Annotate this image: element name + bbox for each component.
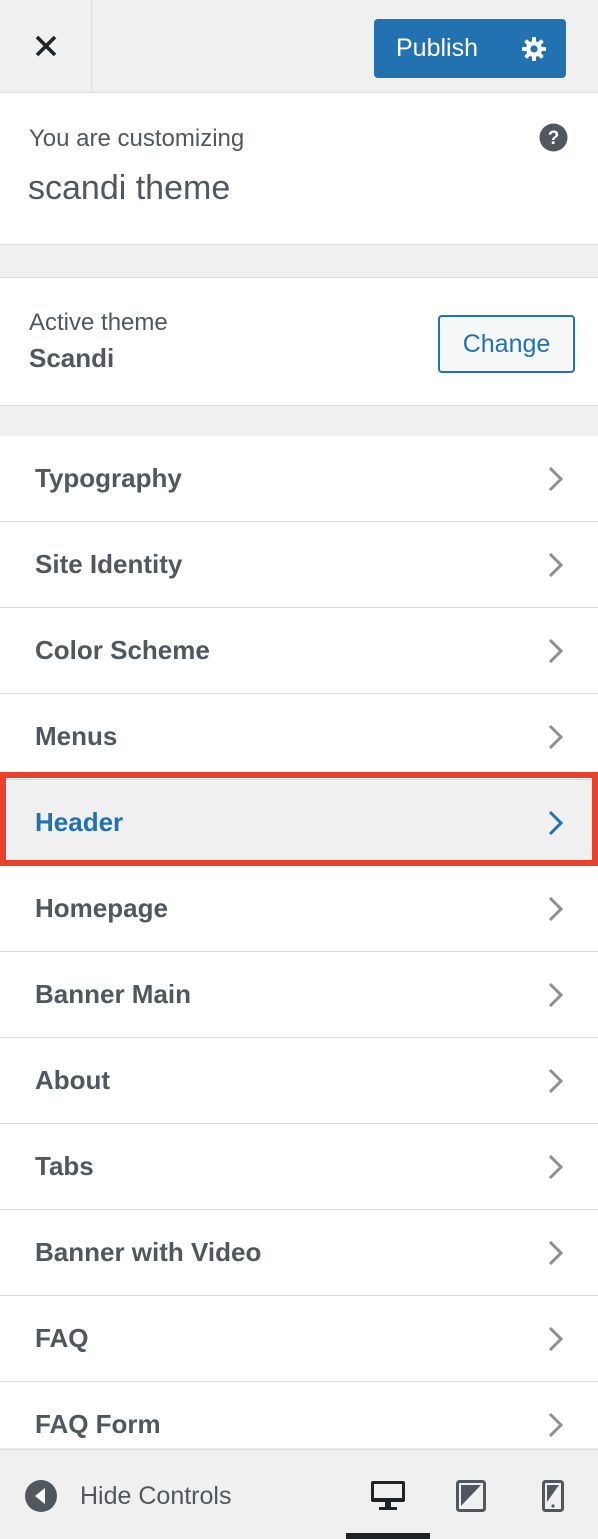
collapse-arrow-icon [25,1480,57,1512]
active-theme-label: Active theme [29,309,168,336]
section-item-tabs[interactable]: Tabs [0,1124,598,1210]
section-item-label: Color Scheme [35,635,210,665]
chevron-right-icon [548,1412,564,1438]
mobile-icon[interactable] [542,1480,564,1512]
publish-button[interactable]: Publish [374,19,502,78]
section-item-label: FAQ Form [35,1409,161,1439]
close-button[interactable] [0,0,92,92]
section-item-banner-main[interactable]: Banner Main [0,952,598,1038]
customizing-info: You are customizing scandi theme ? [0,93,598,245]
chevron-right-icon [548,1068,564,1094]
section-item-label: Header [35,807,124,837]
svg-text:?: ? [548,128,560,149]
section-item-header[interactable]: Header [0,780,598,866]
chevron-right-icon [548,896,564,922]
section-item-faq-form[interactable]: FAQ Form [0,1382,598,1448]
section-item-label: FAQ [35,1323,89,1353]
chevron-right-icon [548,1326,564,1352]
section-item-homepage[interactable]: Homepage [0,866,598,952]
hide-controls-button[interactable]: Hide Controls [24,1479,231,1513]
section-item-faq[interactable]: FAQ [0,1296,598,1382]
active-device-indicator [346,1533,430,1539]
tablet-icon[interactable] [456,1480,486,1512]
site-name: scandi theme [28,169,231,207]
change-theme-button[interactable]: Change [438,315,575,373]
section-item-color-scheme[interactable]: Color Scheme [0,608,598,694]
chevron-right-icon [548,552,564,578]
chevron-right-icon [548,638,564,664]
section-item-site-identity[interactable]: Site Identity [0,522,598,608]
chevron-right-icon [548,724,564,750]
customizing-label: You are customizing [29,125,245,152]
active-theme-name: Scandi [29,343,115,373]
chevron-right-icon [548,810,564,836]
section-item-label: About [35,1065,111,1095]
help-icon[interactable]: ? [539,123,568,152]
sections-list: Typography Site Identity Color Scheme Menus… [0,436,598,1448]
publish-button-group: Publish [374,19,566,78]
chevron-right-icon [548,1154,564,1180]
section-item-label: Menus [35,721,118,751]
section-item-label: Site Identity [35,549,183,579]
publish-settings-button[interactable] [502,19,566,78]
section-item-about[interactable]: About [0,1038,598,1124]
customizer-header: Publish [0,0,598,93]
chevron-right-icon [548,466,564,492]
section-item-label: Banner Main [35,979,192,1009]
section-item-typography[interactable]: Typography [0,436,598,522]
section-item-label: Tabs [35,1151,94,1181]
section-item-banner-with-video[interactable]: Banner with Video [0,1210,598,1296]
section-item-menus[interactable]: Menus [0,694,598,780]
desktop-icon[interactable] [370,1480,406,1512]
section-item-label: Banner with Video [35,1237,262,1267]
gear-icon [522,36,546,61]
section-item-label: Homepage [35,893,168,923]
section-item-label: Typography [35,463,182,493]
close-icon [35,35,56,57]
chevron-right-icon [548,982,564,1008]
active-theme-panel: Active theme Scandi Change [0,277,598,406]
hide-controls-label: Hide Controls [80,1481,232,1510]
customizer-footer: Hide Controls [0,1449,598,1539]
chevron-right-icon [548,1240,564,1266]
